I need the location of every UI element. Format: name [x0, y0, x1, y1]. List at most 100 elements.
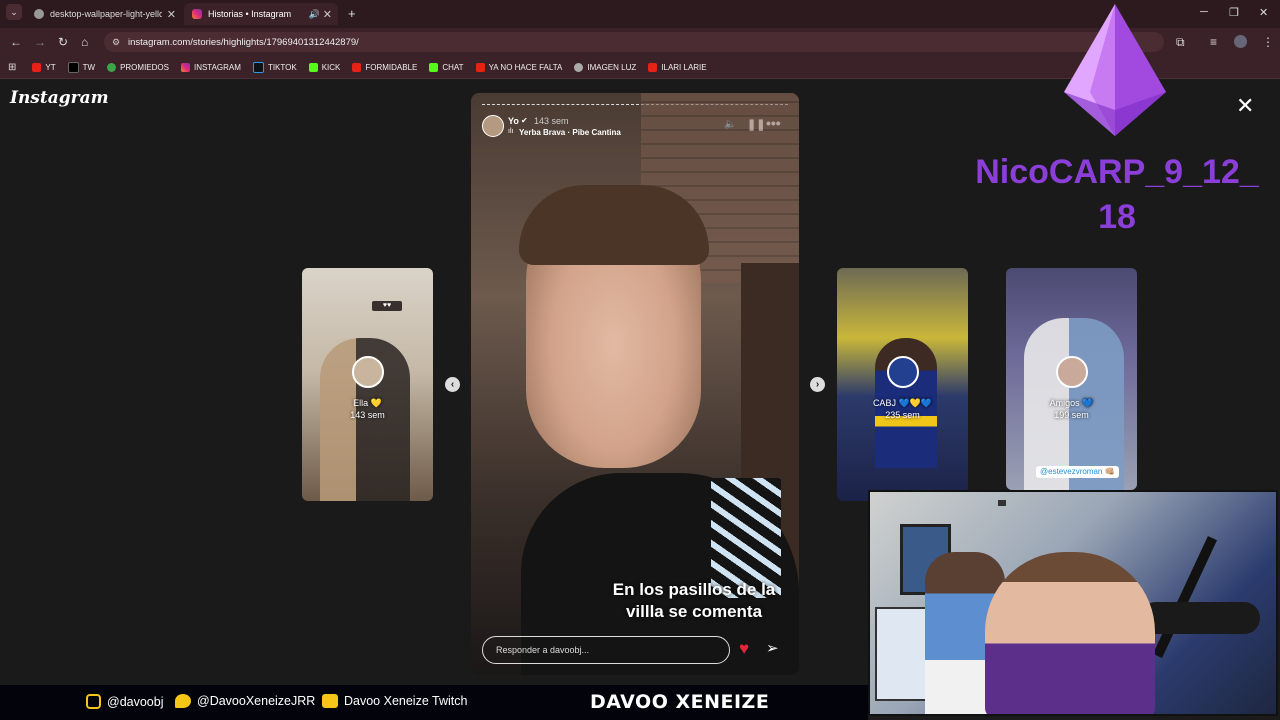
highlight-title: Amigos 💙 [1049, 398, 1094, 408]
bookmark-label: PROMIEDOS [120, 62, 169, 72]
bookmark-label: YT [45, 62, 56, 72]
social-instagram: @davoobj [86, 694, 163, 709]
profile-avatar[interactable] [1234, 35, 1247, 48]
social-label: @davoobj [107, 694, 164, 709]
youtube-icon [352, 62, 362, 72]
kick-icon [429, 62, 439, 72]
bookmark-label: INSTAGRAM [193, 62, 241, 72]
promiedos-icon [107, 62, 117, 72]
social-label: @DavooXeneizeJRR [197, 694, 316, 708]
next-story-button[interactable]: › [810, 377, 825, 392]
webcam-feed [868, 490, 1278, 716]
highlight-avatar [887, 356, 919, 388]
kick-icon [308, 62, 318, 72]
highlight-cabj[interactable]: CABJ 💙💛💙 235 sem [837, 268, 968, 501]
social-twitter: @DavooXeneizeJRR [175, 694, 315, 708]
forward-icon[interactable]: → [34, 35, 46, 49]
purple-crystal-logo [1064, 4, 1166, 136]
story-time: 143 sem [534, 116, 569, 126]
close-tab-icon[interactable]: ✕ [323, 8, 332, 21]
social-twitch: Davoo Xeneize Twitch [322, 694, 467, 708]
reply-input[interactable]: Responder a davoobj... [482, 636, 730, 664]
new-tab-button[interactable]: + [348, 6, 356, 21]
highlight-title: Ella 💛 [353, 398, 382, 408]
globe-icon [574, 62, 584, 72]
youtube-icon [32, 62, 42, 72]
close-icon[interactable]: ✕ [1236, 93, 1254, 119]
bookmark-tw[interactable]: TW [67, 61, 96, 73]
previous-story-button[interactable]: ‹ [445, 377, 460, 392]
story-song[interactable]: Yerba Brava · Pibe Cantina [519, 128, 621, 137]
tab-search-icon[interactable]: ⌄ [6, 4, 22, 20]
speaker-icon[interactable]: 🔊 [309, 9, 320, 20]
highlight-avatar [1056, 356, 1088, 388]
globe-icon [34, 9, 44, 19]
reload-icon[interactable]: ↻ [58, 35, 68, 49]
story-username[interactable]: Yo [508, 116, 519, 126]
instagram-icon [192, 9, 202, 19]
heart-icon[interactable]: ♥ [739, 639, 749, 659]
instagram-logo[interactable]: Instagram [10, 88, 109, 108]
bookmark-tiktok[interactable]: TIKTOK [252, 61, 297, 73]
bookmark-label: YA NO HACE FALTA [488, 62, 563, 72]
brand-name: NicoCARP_9_12_18 [975, 153, 1259, 236]
tab-label: Historias • Instagram [208, 9, 292, 19]
home-icon[interactable]: ⌂ [81, 35, 88, 49]
bookmark-label: TIKTOK [267, 62, 297, 72]
x-icon [67, 61, 79, 73]
address-bar[interactable]: ⚙ instagram.com/stories/highlights/17969… [104, 32, 1164, 52]
bookmark-instagram[interactable]: INSTAGRAM [180, 62, 241, 72]
close-window-icon[interactable]: ✕ [1259, 6, 1268, 19]
microphone [1140, 602, 1260, 634]
bookmark-kick[interactable]: KICK [308, 62, 341, 72]
send-icon[interactable]: ➢ [766, 639, 779, 657]
apps-icon[interactable]: ⊞ [8, 62, 16, 73]
bookmark-yt[interactable]: YT [32, 62, 56, 72]
url-text: instagram.com/stories/highlights/1796940… [128, 36, 359, 48]
tiktok-icon [252, 61, 264, 73]
tab-wallpaper[interactable]: desktop-wallpaper-light-yellow ✕ [26, 3, 182, 25]
music-icon: ılı [508, 128, 514, 135]
youtube-icon [475, 62, 485, 72]
ceiling-light [998, 500, 1006, 506]
tab-label: desktop-wallpaper-light-yellow [50, 9, 162, 19]
maximize-icon[interactable]: ❐ [1229, 6, 1239, 19]
bookmark-imagen-luz[interactable]: IMAGEN LUZ [574, 62, 637, 72]
bookmark-ya-no-hace-falta[interactable]: YA NO HACE FALTA [475, 62, 563, 72]
bookmark-label: CHAT [442, 62, 464, 72]
story-viewer[interactable]: Yo ✔ 143 sem ılı Yerba Brava · Pibe Cant… [471, 93, 799, 675]
site-info-icon[interactable]: ⚙ [112, 37, 120, 48]
verified-icon: ✔ [521, 116, 528, 125]
minimize-icon[interactable]: ─ [1200, 6, 1208, 18]
menu-icon[interactable]: ⋮ [1262, 35, 1274, 49]
bookmark-label: IMAGEN LUZ [587, 62, 637, 72]
highlight-amigos[interactable]: Amigos 💙 199 sem @estevezvroman 👊🏼 [1006, 268, 1137, 490]
streamer [985, 552, 1155, 714]
extensions-icon[interactable]: ⧉ [1176, 35, 1185, 50]
bookmark-label: ILARI LARIE [661, 62, 707, 72]
highlight-time: 235 sem [885, 410, 920, 420]
person-hair [519, 185, 709, 265]
highlight-ella[interactable]: ♥♥ Ella 💛 143 sem [302, 268, 433, 501]
bookmark-label: TW [82, 62, 96, 72]
highlight-time: 199 sem [1054, 410, 1089, 420]
story-author-avatar[interactable] [482, 115, 504, 137]
twitch-icon [322, 694, 338, 708]
emoji-stickers: ♥♥ [372, 301, 402, 311]
stream-title: DAVOO XENEIZE [590, 691, 770, 713]
bookmark-formidable[interactable]: FORMIDABLE [352, 62, 418, 72]
back-icon[interactable]: ← [10, 35, 22, 49]
reading-list-icon[interactable]: ≡ [1210, 35, 1217, 49]
close-tab-icon[interactable]: ✕ [167, 8, 176, 21]
bookmark-label: FORMIDABLE [365, 62, 418, 72]
bookmark-chat[interactable]: CHAT [429, 62, 464, 72]
youtube-icon [648, 62, 658, 72]
bookmark-label: KICK [321, 62, 341, 72]
instagram-icon [86, 694, 101, 709]
highlight-title: CABJ 💙💛💙 [872, 398, 933, 408]
tab-instagram[interactable]: Historias • Instagram 🔊 ✕ [184, 3, 338, 25]
framed-jersey [875, 607, 927, 701]
bookmark-promiedos[interactable]: PROMIEDOS [107, 62, 169, 72]
social-label: Davoo Xeneize Twitch [344, 694, 468, 708]
bookmark-ilari-larie[interactable]: ILARI LARIE [648, 62, 707, 72]
